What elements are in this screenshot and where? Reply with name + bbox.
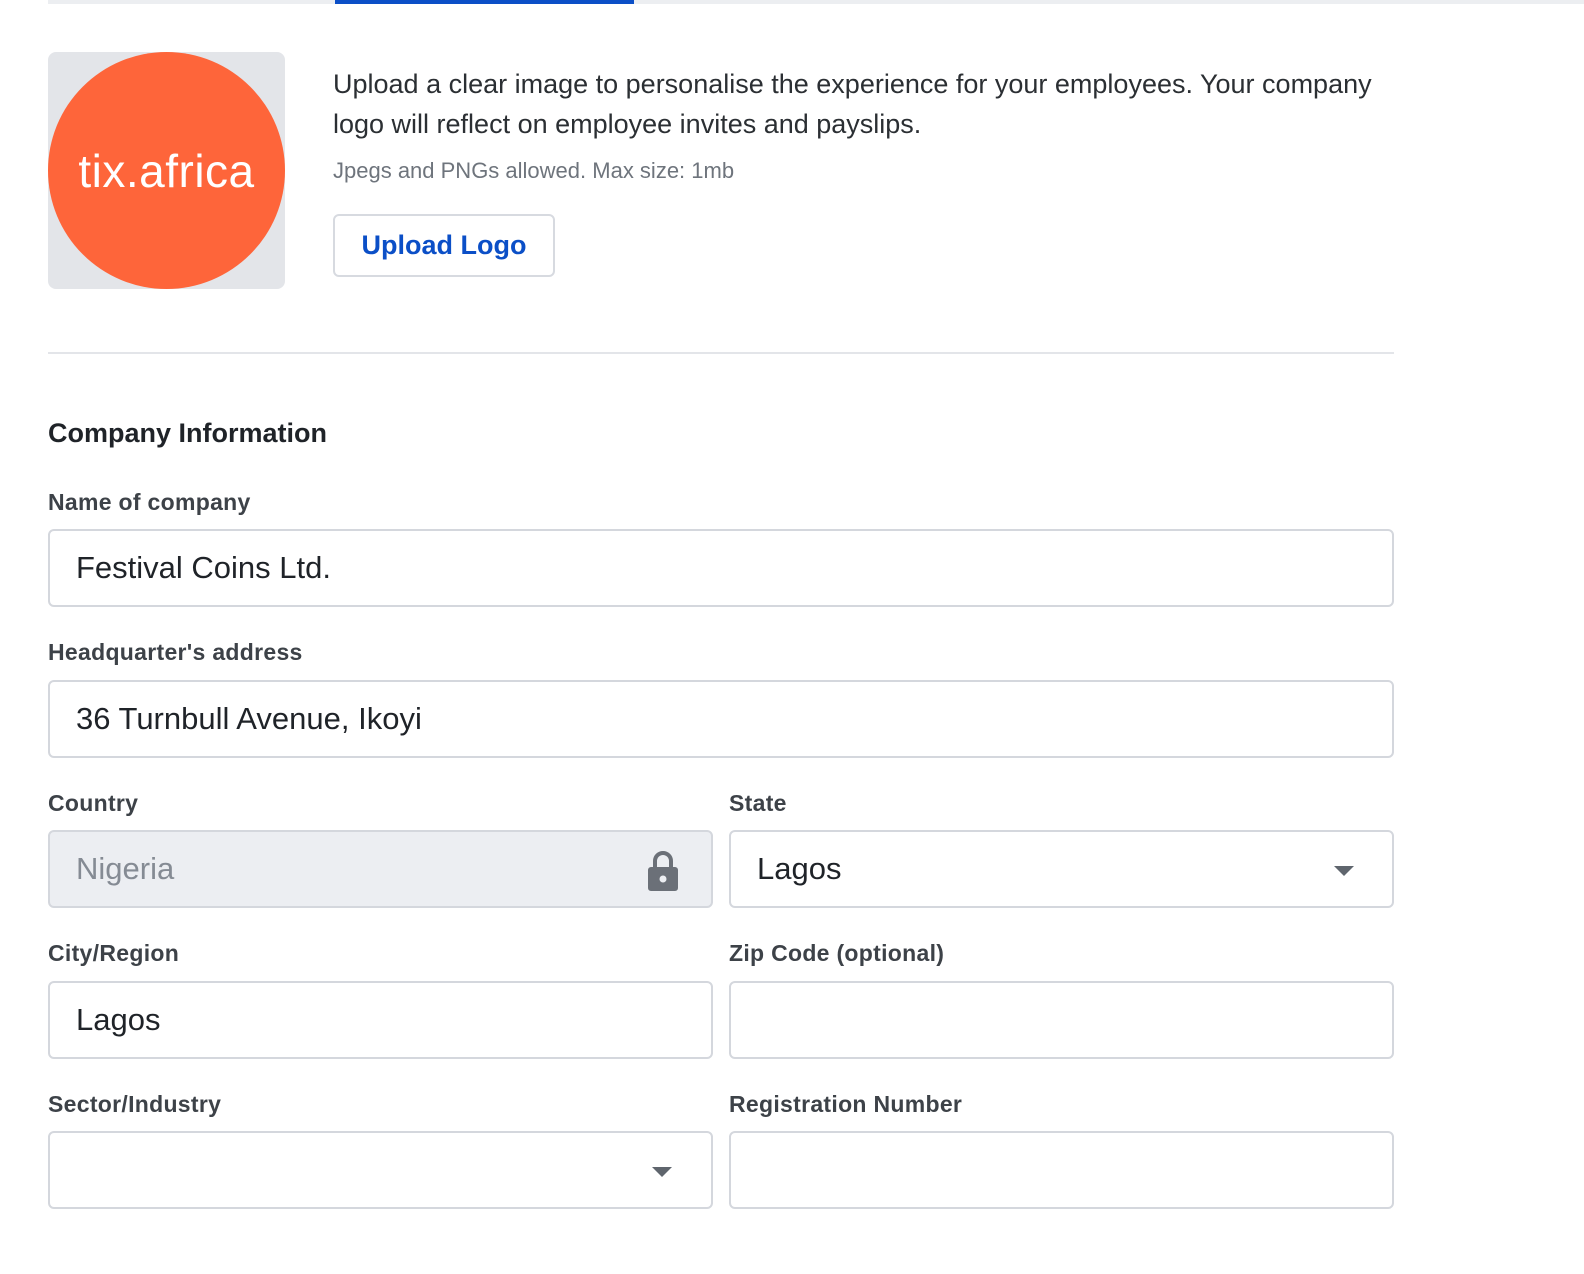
zip-field[interactable] <box>729 981 1394 1059</box>
zip-input[interactable] <box>731 983 1392 1057</box>
city-field[interactable] <box>48 981 713 1059</box>
chevron-down-icon <box>1334 866 1354 876</box>
upload-hint: Jpegs and PNGs allowed. Max size: 1mb <box>333 158 735 183</box>
country-value: Nigeria <box>76 851 175 886</box>
sector-select[interactable] <box>48 1131 713 1209</box>
section-divider <box>48 352 1394 354</box>
registration-label: Registration Number <box>729 1091 963 1117</box>
upload-logo-button[interactable]: Upload Logo <box>333 214 555 277</box>
company-name-label: Name of company <box>48 489 251 515</box>
tab-bar <box>48 0 1584 4</box>
city-input[interactable] <box>50 983 711 1057</box>
section-title: Company Information <box>48 418 328 448</box>
country-label: Country <box>48 790 139 816</box>
company-name-input[interactable] <box>50 531 1392 605</box>
country-field: Nigeria <box>48 830 713 908</box>
lock-icon <box>648 851 678 891</box>
upload-description: Upload a clear image to personalise the … <box>333 69 1372 139</box>
company-name-field[interactable] <box>48 529 1394 607</box>
company-logo: tix.africa <box>48 52 285 289</box>
chevron-down-icon <box>652 1167 672 1177</box>
company-logo-preview: tix.africa <box>48 52 285 289</box>
zip-label: Zip Code (optional) <box>729 940 945 966</box>
state-label: State <box>729 790 787 816</box>
registration-field[interactable] <box>729 1131 1394 1209</box>
city-label: City/Region <box>48 940 180 966</box>
registration-input[interactable] <box>731 1133 1392 1207</box>
company-logo-text: tix.africa <box>78 144 255 197</box>
sector-label: Sector/Industry <box>48 1091 222 1117</box>
address-input[interactable] <box>50 682 1392 756</box>
address-label: Headquarter's address <box>48 639 303 665</box>
state-value: Lagos <box>757 851 842 886</box>
address-field[interactable] <box>48 680 1394 758</box>
active-tab-indicator <box>335 0 634 4</box>
state-select[interactable]: Lagos <box>729 830 1394 908</box>
